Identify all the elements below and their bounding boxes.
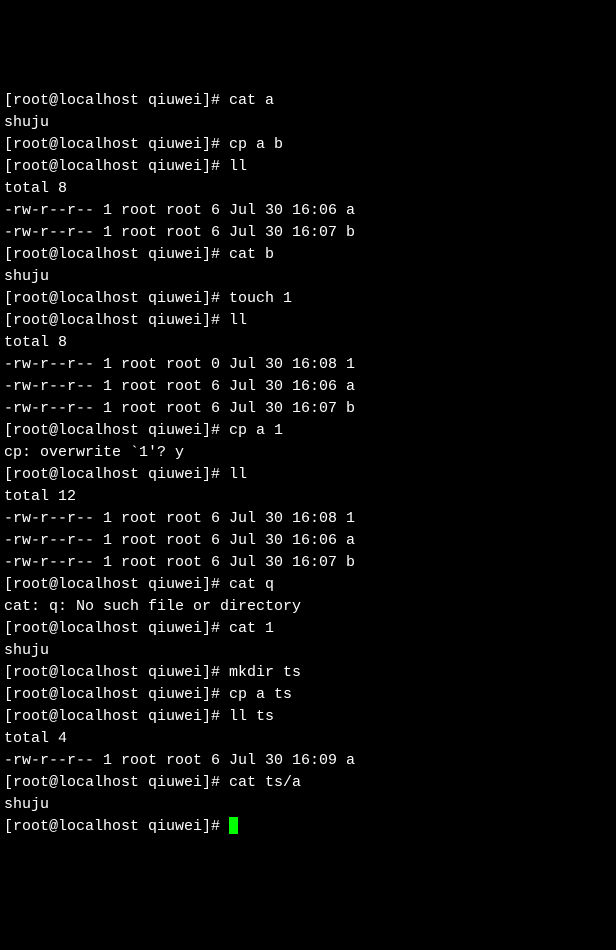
output-text: shuju [4,114,49,131]
terminal-command-line: [root@localhost qiuwei]# ll [4,310,612,332]
terminal-output-line: -rw-r--r-- 1 root root 6 Jul 30 16:07 b [4,552,612,574]
output-text: -rw-r--r-- 1 root root 0 Jul 30 16:08 1 [4,356,355,373]
output-text: -rw-r--r-- 1 root root 6 Jul 30 16:06 a [4,202,355,219]
command-text: cat 1 [229,620,274,637]
output-text: -rw-r--r-- 1 root root 6 Jul 30 16:06 a [4,378,355,395]
command-text: cat b [229,246,274,263]
terminal-output-line: shuju [4,794,612,816]
command-text: cat ts/a [229,774,301,791]
output-text: -rw-r--r-- 1 root root 6 Jul 30 16:08 1 [4,510,355,527]
shell-prompt: [root@localhost qiuwei]# [4,290,229,307]
output-text: total 8 [4,334,67,351]
cursor[interactable] [229,817,238,834]
terminal-output-line: -rw-r--r-- 1 root root 6 Jul 30 16:06 a [4,200,612,222]
shell-prompt: [root@localhost qiuwei]# [4,136,229,153]
output-text: total 8 [4,180,67,197]
shell-prompt: [root@localhost qiuwei]# [4,422,229,439]
terminal-command-line: [root@localhost qiuwei]# cat a [4,90,612,112]
terminal-command-line: [root@localhost qiuwei]# cp a 1 [4,420,612,442]
command-text: cp a 1 [229,422,283,439]
output-text: -rw-r--r-- 1 root root 6 Jul 30 16:07 b [4,554,355,571]
output-text: cp: overwrite `1'? y [4,444,184,461]
command-text: ll [229,312,247,329]
terminal-output-line: total 8 [4,332,612,354]
command-text: cat q [229,576,274,593]
terminal-output-line: -rw-r--r-- 1 root root 6 Jul 30 16:07 b [4,222,612,244]
shell-prompt: [root@localhost qiuwei]# [4,246,229,263]
terminal[interactable]: [root@localhost qiuwei]# cat a shuju [root… [0,88,616,840]
terminal-command-line: [root@localhost qiuwei]# ll [4,464,612,486]
output-text: -rw-r--r-- 1 root root 6 Jul 30 16:07 b [4,224,355,241]
shell-prompt: [root@localhost qiuwei]# [4,664,229,681]
shell-prompt: [root@localhost qiuwei]# [4,818,229,835]
command-text: ll ts [229,708,274,725]
output-text: -rw-r--r-- 1 root root 6 Jul 30 16:06 a [4,532,355,549]
output-text: shuju [4,642,49,659]
terminal-command-line: [root@localhost qiuwei]# [4,816,612,838]
output-text: shuju [4,796,49,813]
output-text: total 12 [4,488,76,505]
shell-prompt: [root@localhost qiuwei]# [4,92,229,109]
terminal-output-line: total 4 [4,728,612,750]
terminal-output-line: cat: q: No such file or directory [4,596,612,618]
terminal-output-line: total 12 [4,486,612,508]
command-text: mkdir ts [229,664,301,681]
terminal-output-line: shuju [4,112,612,134]
terminal-command-line: [root@localhost qiuwei]# ll [4,156,612,178]
terminal-output-line: -rw-r--r-- 1 root root 6 Jul 30 16:06 a [4,530,612,552]
terminal-output-line: -rw-r--r-- 1 root root 6 Jul 30 16:09 a [4,750,612,772]
shell-prompt: [root@localhost qiuwei]# [4,576,229,593]
command-text: ll [229,158,247,175]
output-text: cat: q: No such file or directory [4,598,301,615]
shell-prompt: [root@localhost qiuwei]# [4,708,229,725]
output-text: total 4 [4,730,67,747]
terminal-command-line: [root@localhost qiuwei]# ll ts [4,706,612,728]
terminal-command-line: [root@localhost qiuwei]# mkdir ts [4,662,612,684]
terminal-output-line: shuju [4,266,612,288]
terminal-command-line: [root@localhost qiuwei]# cat q [4,574,612,596]
command-text: touch 1 [229,290,292,307]
terminal-output-line: shuju [4,640,612,662]
terminal-command-line: [root@localhost qiuwei]# cp a ts [4,684,612,706]
terminal-command-line: [root@localhost qiuwei]# cp a b [4,134,612,156]
shell-prompt: [root@localhost qiuwei]# [4,620,229,637]
terminal-command-line: [root@localhost qiuwei]# cat ts/a [4,772,612,794]
shell-prompt: [root@localhost qiuwei]# [4,774,229,791]
terminal-command-line: [root@localhost qiuwei]# touch 1 [4,288,612,310]
terminal-output-line: cp: overwrite `1'? y [4,442,612,464]
output-text: -rw-r--r-- 1 root root 6 Jul 30 16:07 b [4,400,355,417]
command-text: cat a [229,92,274,109]
terminal-output-line: -rw-r--r-- 1 root root 0 Jul 30 16:08 1 [4,354,612,376]
terminal-output-line: -rw-r--r-- 1 root root 6 Jul 30 16:06 a [4,376,612,398]
shell-prompt: [root@localhost qiuwei]# [4,158,229,175]
terminal-command-line: [root@localhost qiuwei]# cat b [4,244,612,266]
terminal-output-line: total 8 [4,178,612,200]
shell-prompt: [root@localhost qiuwei]# [4,466,229,483]
command-text: cp a b [229,136,283,153]
command-text: ll [229,466,247,483]
output-text: -rw-r--r-- 1 root root 6 Jul 30 16:09 a [4,752,355,769]
terminal-output-line: -rw-r--r-- 1 root root 6 Jul 30 16:07 b [4,398,612,420]
output-text: shuju [4,268,49,285]
terminal-command-line: [root@localhost qiuwei]# cat 1 [4,618,612,640]
terminal-output-line: -rw-r--r-- 1 root root 6 Jul 30 16:08 1 [4,508,612,530]
shell-prompt: [root@localhost qiuwei]# [4,312,229,329]
